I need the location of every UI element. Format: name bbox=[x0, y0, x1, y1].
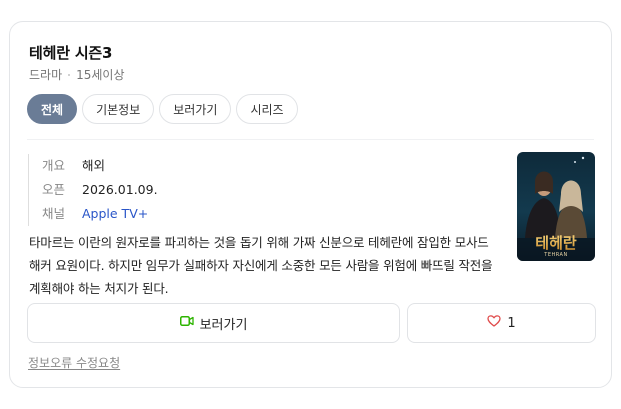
info-list: 개요 해외 오픈 2026.01.09. 채널 Apple TV+ bbox=[28, 154, 158, 226]
meta-line: 드라마 15세이상 bbox=[29, 66, 125, 83]
synopsis: 타마르는 이란의 원자로를 파괴하는 것을 돕기 위해 가짜 신분으로 테헤란에… bbox=[29, 235, 493, 296]
like-button[interactable]: 1 bbox=[407, 303, 596, 343]
info-key-channel: 채널 bbox=[42, 206, 66, 221]
poster-subtitle-text: TEHRAN bbox=[543, 252, 567, 258]
tab-watch[interactable]: 보러가기 bbox=[159, 94, 232, 124]
info-row-open: 오픈 2026.01.09. bbox=[42, 178, 158, 202]
content-card: 테헤란 시즌3 드라마 15세이상 전체 기본정보 보러가기 시리즈 개요 해외… bbox=[9, 21, 612, 388]
tab-series[interactable]: 시리즈 bbox=[236, 94, 298, 124]
tab-basic-info[interactable]: 기본정보 bbox=[82, 94, 155, 124]
report-error-link[interactable]: 정보오류 수정요청 bbox=[28, 354, 120, 371]
info-value-open: 2026.01.09. bbox=[82, 182, 158, 197]
tab-all[interactable]: 전체 bbox=[27, 94, 78, 124]
tab-bar: 전체 기본정보 보러가기 시리즈 bbox=[27, 94, 298, 124]
info-row-overview: 개요 해외 bbox=[42, 154, 158, 178]
info-row-channel: 채널 Apple TV+ bbox=[42, 202, 158, 226]
heart-icon bbox=[487, 315, 502, 331]
channel-link[interactable]: Apple TV+ bbox=[82, 202, 148, 226]
watch-button-label: 보러가기 bbox=[199, 317, 248, 333]
info-value-overview: 해외 bbox=[82, 158, 106, 173]
poster-image[interactable]: 테헤란 TEHRAN bbox=[517, 152, 595, 261]
info-key-overview: 개요 bbox=[42, 158, 66, 173]
page-title: 테헤란 시즌3 bbox=[29, 44, 113, 62]
genre-label: 드라마 bbox=[29, 68, 63, 82]
play-video-icon bbox=[179, 315, 194, 331]
info-key-open: 오픈 bbox=[42, 182, 66, 197]
divider bbox=[27, 139, 594, 140]
poster-artwork: 테헤란 TEHRAN bbox=[517, 152, 595, 261]
poster-title-text: 테헤란 bbox=[535, 234, 577, 252]
watch-button[interactable]: 보러가기 bbox=[27, 303, 400, 343]
meta-separator bbox=[68, 73, 71, 76]
age-rating-label: 15세이상 bbox=[76, 68, 125, 82]
like-count: 1 bbox=[507, 315, 516, 331]
